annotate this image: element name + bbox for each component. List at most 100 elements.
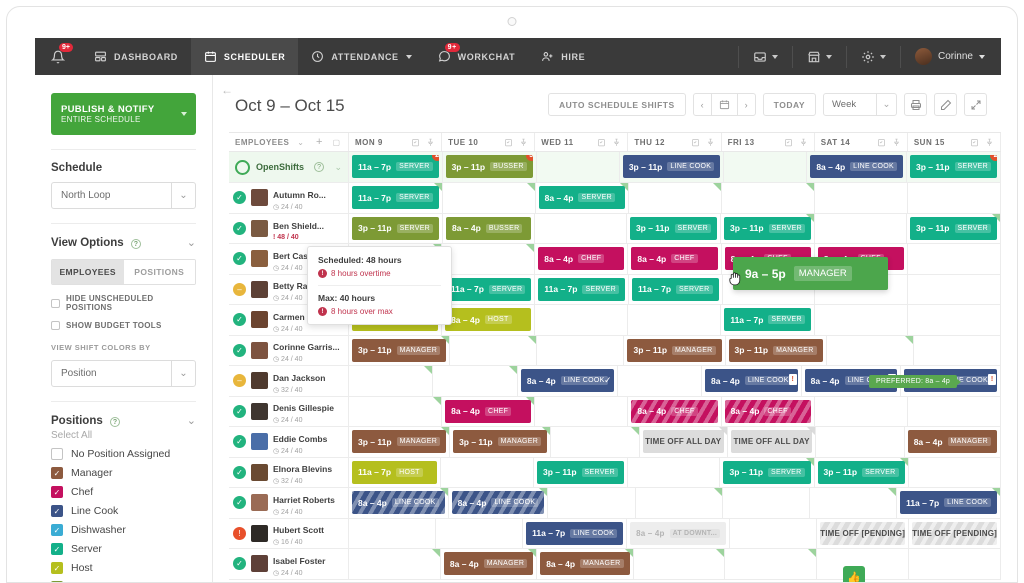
shift-cell-7-3[interactable]: 8a – 4p CHEF: [628, 396, 722, 426]
shift-cell-10-1[interactable]: 8a – 4p LINE COOK: [449, 488, 549, 518]
chevron-down-icon[interactable]: ⌄: [187, 236, 196, 249]
shift-cell-1-3[interactable]: 3p – 11p SERVER: [627, 213, 721, 243]
shift-cell-7-0[interactable]: [349, 396, 443, 426]
shift-pill[interactable]: 8a – 4p LINE COOK: [451, 491, 545, 514]
employee-cell[interactable]: ✓ Eddie Combs ◷ 24 / 40: [229, 427, 349, 457]
shift-cell-4-1[interactable]: 8a – 4p HOST: [442, 305, 536, 335]
shift-pill[interactable]: 8a – 4p CHEF: [538, 247, 625, 270]
openshift-cell-0[interactable]: 11a – 7p SERVER2: [349, 152, 443, 182]
view-range-select[interactable]: Week ⌄: [823, 93, 897, 116]
shift-cell-1-1[interactable]: 8a – 4p BUSSER: [443, 213, 535, 243]
chevron-down-icon[interactable]: ⌄: [171, 361, 195, 386]
fullscreen-button[interactable]: [964, 93, 987, 116]
nav-item-attendance[interactable]: ATTENDANCE: [298, 38, 424, 75]
shift-cell-8-0[interactable]: 3p – 11p MANAGER: [349, 427, 451, 457]
dragged-shift[interactable]: 9a – 5p MANAGER: [733, 257, 888, 290]
shift-cell-11-4[interactable]: [730, 518, 818, 548]
edit-button[interactable]: [934, 93, 957, 116]
shift-cell-0-6[interactable]: [908, 183, 1002, 213]
inbox-button[interactable]: [737, 45, 792, 68]
approve-thumbs-up-button[interactable]: 👍: [843, 566, 865, 582]
shift-cell-1-4[interactable]: 3p – 11p SERVER: [721, 213, 815, 243]
day-header-1[interactable]: TUE 10: [442, 133, 536, 151]
add-employee-icon[interactable]: +: [316, 136, 322, 148]
shift-cell-9-6[interactable]: [909, 457, 1002, 487]
employee-cell[interactable]: ✓ Harriet Roberts ◷ 24 / 40: [229, 488, 349, 518]
help-icon[interactable]: ?: [109, 416, 120, 427]
day-header-0[interactable]: MON 9: [349, 133, 443, 151]
back-arrow-icon[interactable]: ←: [221, 83, 233, 97]
shift-cell-2-2[interactable]: 8a – 4p CHEF: [535, 244, 629, 274]
shift-cell-8-1[interactable]: 3p – 11p MANAGER: [450, 427, 552, 457]
checkbox[interactable]: [51, 298, 60, 308]
notifications-bell-button[interactable]: 9+: [35, 38, 81, 75]
chevron-down-icon[interactable]: ⌄: [334, 162, 342, 173]
employees-column-header[interactable]: EMPLOYEES ⌄ + ▢: [229, 133, 349, 151]
schedule-select[interactable]: North Loop ⌄: [51, 182, 196, 209]
shift-pill[interactable]: 3p – 11p SERVER: [629, 216, 717, 240]
pin-day-icon[interactable]: [519, 138, 528, 147]
chevron-down-icon[interactable]: ⌄: [171, 183, 195, 208]
settings-button[interactable]: [845, 45, 900, 68]
position-row[interactable]: ✓ Host: [51, 562, 196, 574]
shift-cell-12-1[interactable]: 8a – 4p MANAGER: [441, 549, 538, 579]
shift-cell-9-5[interactable]: 3p – 11p SERVER: [815, 457, 909, 487]
shift-cell-10-5[interactable]: [810, 488, 898, 518]
copy-day-icon[interactable]: [970, 138, 979, 147]
shift-cell-6-0[interactable]: [349, 366, 434, 396]
help-icon[interactable]: ?: [130, 238, 141, 249]
pin-day-icon[interactable]: [985, 138, 994, 147]
openshift-cell-6[interactable]: 3p – 11p SERVER2: [906, 152, 1002, 182]
shift-cell-8-6[interactable]: 8a – 4p MANAGER: [905, 427, 1002, 457]
shift-cell-5-1[interactable]: [450, 335, 538, 365]
shift-cell-5-3[interactable]: 3p – 11p MANAGER: [624, 335, 726, 365]
openshift-cell-2[interactable]: [536, 152, 620, 182]
copy-day-icon[interactable]: [784, 138, 793, 147]
shift-cell-0-2[interactable]: 8a – 4p SERVER: [536, 183, 629, 213]
position-row[interactable]: ✓ Server: [51, 543, 196, 555]
shift-cell-9-3[interactable]: [628, 457, 721, 487]
shift-cell-5-2[interactable]: [537, 335, 625, 365]
shift-pill[interactable]: 8a – 4p LINE COOK: [810, 155, 903, 178]
shift-cell-3-1[interactable]: 11a – 7p SERVER: [442, 274, 536, 304]
shift-cell-11-0[interactable]: [349, 518, 437, 548]
copy-icon[interactable]: ▢: [332, 138, 340, 147]
shift-pill[interactable]: 8a – 4p CHEF: [631, 247, 718, 270]
shift-cell-0-5[interactable]: [815, 183, 908, 213]
shift-cell-8-2[interactable]: [551, 427, 640, 457]
shift-pill[interactable]: 8a – 4p LINE COOK!: [705, 369, 798, 392]
openshift-cell-1[interactable]: 3p – 11p BUSSER3: [442, 152, 537, 182]
shift-cell-7-5[interactable]: [815, 396, 908, 426]
auto-schedule-shifts-button[interactable]: AUTO SCHEDULE SHIFTS: [548, 93, 686, 116]
shift-pill[interactable]: 8a – 4p LINE COOK: [352, 491, 445, 514]
shift-cell-5-0[interactable]: 3p – 11p MANAGER: [349, 335, 451, 365]
chevron-down-icon[interactable]: ⌄: [876, 94, 896, 115]
openshift-cell-3[interactable]: 3p – 11p LINE COOK: [619, 152, 725, 182]
copy-day-icon[interactable]: [877, 138, 886, 147]
shift-pill[interactable]: 8a – 4p MANAGER: [540, 552, 630, 575]
shift-cell-9-2[interactable]: 3p – 11p SERVER: [534, 457, 628, 487]
employee-cell[interactable]: ✓ Corinne Garris... ◷ 24 / 40: [229, 335, 349, 365]
employee-cell[interactable]: ✓ Isabel Foster ◷ 24 / 40: [229, 549, 349, 579]
employee-cell[interactable]: – Dan Jackson ◷ 32 / 40: [229, 366, 349, 396]
shift-cell-12-6[interactable]: [909, 549, 1002, 579]
shift-cell-2-6[interactable]: [908, 244, 1001, 274]
shift-pill[interactable]: 11a – 7p LINE COOK: [526, 521, 624, 545]
time-off-block[interactable]: TIME OFF [PENDING]: [820, 521, 906, 545]
nav-item-dashboard[interactable]: DASHBOARD: [81, 38, 191, 75]
shift-cell-6-3[interactable]: [618, 366, 703, 396]
shift-cell-6-4[interactable]: 8a – 4p LINE COOK!: [702, 366, 802, 396]
nav-item-hire[interactable]: HIRE: [528, 38, 598, 75]
shift-cell-11-6[interactable]: TIME OFF [PENDING]: [909, 518, 1002, 548]
shift-cell-7-1[interactable]: 8a – 4p CHEF: [442, 396, 536, 426]
position-checkbox[interactable]: [51, 448, 63, 460]
position-checkbox[interactable]: ✓: [51, 524, 63, 536]
shift-pill[interactable]: 3p – 11p SERVER: [817, 460, 905, 484]
day-header-3[interactable]: THU 12: [628, 133, 722, 151]
pin-day-icon[interactable]: [706, 138, 715, 147]
shift-cell-11-2[interactable]: 11a – 7p LINE COOK: [523, 518, 628, 548]
calendar-picker-button[interactable]: [712, 94, 738, 115]
shift-pill[interactable]: 3p – 11p BUSSER3: [445, 155, 533, 178]
shift-cell-11-1[interactable]: [436, 518, 524, 548]
shift-pill[interactable]: 3p – 11p LINE COOK: [622, 155, 721, 178]
